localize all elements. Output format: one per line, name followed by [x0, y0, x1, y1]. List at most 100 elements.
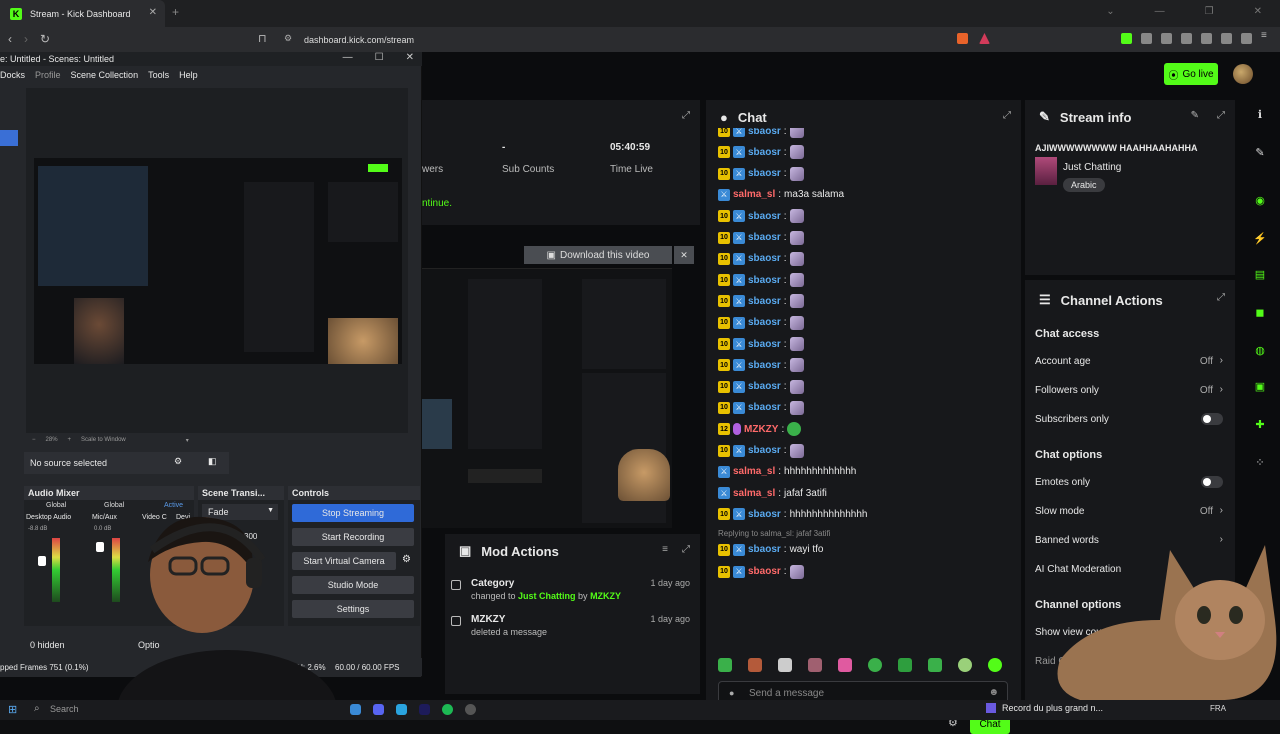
chat-message[interactable]: 10 ⚔ sbaosr: — [718, 229, 804, 247]
chat-message[interactable]: 10 ⚔ sbaosr: — [718, 128, 804, 140]
emote-icon[interactable] — [928, 658, 942, 672]
menu-icon[interactable]: ≡ — [1261, 30, 1272, 41]
taskbar-search[interactable]: Search — [50, 704, 79, 714]
menu-docks[interactable]: Docks — [0, 70, 25, 80]
chat-message[interactable]: 10 ⚔ sbaosr: — [718, 314, 804, 332]
volume-slider[interactable] — [96, 542, 104, 552]
wallet-icon[interactable] — [1201, 33, 1212, 44]
emote-icon[interactable] — [778, 658, 792, 672]
chat-username[interactable]: salma_sl — [733, 488, 775, 499]
followers-only-row[interactable]: Followers only Off › — [1035, 384, 1223, 396]
layout-icon[interactable]: ▣ — [1250, 376, 1270, 396]
windows-start-icon[interactable]: ⊞ — [8, 703, 17, 716]
account-age-row[interactable]: Account age Off › — [1035, 355, 1223, 367]
download-video-button[interactable]: ▣ Download this video — [524, 246, 672, 264]
spotify-icon[interactable] — [442, 704, 453, 715]
chevron-down-icon[interactable]: ▾ — [186, 437, 189, 444]
chat-username[interactable]: sbaosr — [748, 296, 781, 307]
chat-username[interactable]: sbaosr — [748, 128, 781, 137]
forward-icon[interactable]: › — [24, 32, 28, 46]
scale-mode[interactable]: Scale to Window — [81, 437, 126, 443]
track-desktop-audio[interactable]: Desktop Audio — [26, 514, 71, 521]
vpn-icon[interactable] — [1241, 33, 1252, 44]
new-tab-icon[interactable]: + — [172, 5, 179, 19]
emote-icon[interactable] — [808, 658, 822, 672]
chat-username[interactable]: sbaosr — [748, 381, 781, 392]
chat-username[interactable]: sbaosr — [748, 339, 781, 350]
chat-message[interactable]: 10 ⚔ sbaosr: — [718, 250, 804, 268]
go-live-button[interactable]: ⦿ Go live — [1164, 63, 1218, 85]
chat-username[interactable]: sbaosr — [748, 360, 781, 371]
obs-preview-canvas[interactable] — [26, 88, 408, 433]
chevron-down-icon[interactable]: ⌄ — [1106, 6, 1114, 17]
chat-username[interactable]: sbaosr — [748, 509, 781, 520]
emote-icon[interactable] — [898, 658, 912, 672]
wrench-icon[interactable]: ✚ — [1250, 414, 1270, 434]
app-icon[interactable] — [350, 704, 361, 715]
more-icon[interactable]: ⁘ — [1250, 452, 1270, 472]
emote-icon[interactable] — [838, 658, 852, 672]
downloads-icon[interactable] — [1161, 33, 1172, 44]
extension-icon[interactable] — [1121, 33, 1132, 44]
back-icon[interactable]: ‹ — [8, 32, 12, 46]
filters-icon[interactable]: ◧ — [208, 456, 217, 467]
info-icon[interactable]: ℹ — [1250, 104, 1270, 124]
popout-icon[interactable]: ⤢ — [682, 110, 690, 121]
emotes-only-toggle[interactable] — [1201, 476, 1223, 488]
popout-icon[interactable]: ⤢ — [1003, 110, 1011, 121]
close-icon[interactable]: ✕ — [1254, 6, 1262, 17]
obs-icon[interactable] — [465, 704, 476, 715]
chat-username[interactable]: sbaosr — [748, 211, 781, 222]
chat-username[interactable]: MZKZY — [744, 424, 778, 435]
reload-icon[interactable]: ↻ — [40, 32, 50, 46]
pencil-icon[interactable]: ✎ — [1250, 142, 1270, 162]
emote-icon[interactable] — [958, 658, 972, 672]
chat-message[interactable]: 10 ⚔ sbaosr: — [718, 292, 804, 310]
chat-username[interactable]: sbaosr — [748, 544, 781, 555]
filter-icon[interactable]: ≡ — [662, 544, 668, 555]
continue-link[interactable]: ntinue. — [422, 198, 452, 209]
chat-message[interactable]: 12 MZKZY: — [718, 420, 802, 438]
chat-message[interactable]: ⚔ salma_sl: hhhhhhhhhhhhh — [718, 463, 856, 481]
emote-icon[interactable] — [748, 658, 762, 672]
chat-username[interactable]: salma_sl — [733, 466, 775, 477]
chat-message[interactable]: ⚔ salma_sl: jafaf 3atifi — [718, 484, 827, 502]
chat-username[interactable]: sbaosr — [748, 232, 781, 243]
menu-profile[interactable]: Profile — [35, 70, 61, 80]
edge-icon[interactable] — [396, 704, 407, 715]
chat-username[interactable]: sbaosr — [748, 275, 781, 286]
browser-tab[interactable]: K Stream - Kick Dashboard ✕ — [0, 0, 165, 27]
chat-message[interactable]: 10 ⚔ sbaosr: — [718, 335, 804, 353]
message-icon[interactable]: ◼ — [1250, 302, 1270, 322]
emote-icon[interactable] — [718, 658, 732, 672]
media-widget[interactable]: Record du plus grand n... — [986, 703, 1103, 713]
chat-message-list[interactable]: 10 ⚔ sbaosr: 10 ⚔ sbaosr: 10 ⚔ sbaosr: ⚔ salma_sl:… — [718, 128, 1018, 648]
leo-icon[interactable] — [1221, 33, 1232, 44]
tab-close-icon[interactable]: ✕ — [149, 7, 157, 18]
chat-username[interactable]: sbaosr — [748, 566, 781, 577]
chat-message[interactable]: 10 ⚔ sbaosr: hhhhhhhhhhhhhh — [718, 505, 867, 523]
chat-message[interactable]: ⚔ salma_sl: ma3a salama — [718, 186, 844, 204]
avatar[interactable] — [1233, 64, 1253, 84]
chat-username[interactable]: sbaosr — [748, 317, 781, 328]
premiere-icon[interactable] — [419, 704, 430, 715]
chat-username[interactable]: sbaosr — [748, 168, 781, 179]
chat-username[interactable]: sbaosr — [748, 253, 781, 264]
chat-message[interactable]: 10 ⚔ sbaosr: — [718, 165, 804, 183]
chat-message[interactable]: 10 ⚔ sbaosr: — [718, 442, 804, 460]
slow-mode-row[interactable]: Slow mode Off › — [1035, 505, 1223, 517]
zoom-out-icon[interactable]: − — [32, 437, 36, 443]
menu-help[interactable]: Help — [179, 70, 198, 80]
emote-icon[interactable] — [868, 658, 882, 672]
chat-message[interactable]: 10 ⚔ sbaosr: wayi tfo — [718, 541, 823, 559]
broadcast-icon[interactable]: ◍ — [1250, 340, 1270, 360]
brave-shield-icon[interactable] — [957, 33, 968, 44]
chat-message[interactable]: 10 ⚔ sbaosr: — [718, 271, 804, 289]
menu-scene-collection[interactable]: Scene Collection — [71, 70, 139, 80]
chat-message[interactable]: 10 ⚔ sbaosr: — [718, 563, 804, 581]
subscribers-only-toggle[interactable] — [1201, 413, 1223, 425]
language-indicator[interactable]: FRA — [1210, 704, 1226, 713]
emote-icon[interactable] — [988, 658, 1002, 672]
chat-message[interactable]: 10 ⚔ sbaosr: — [718, 399, 804, 417]
chat-username[interactable]: sbaosr — [748, 402, 781, 413]
